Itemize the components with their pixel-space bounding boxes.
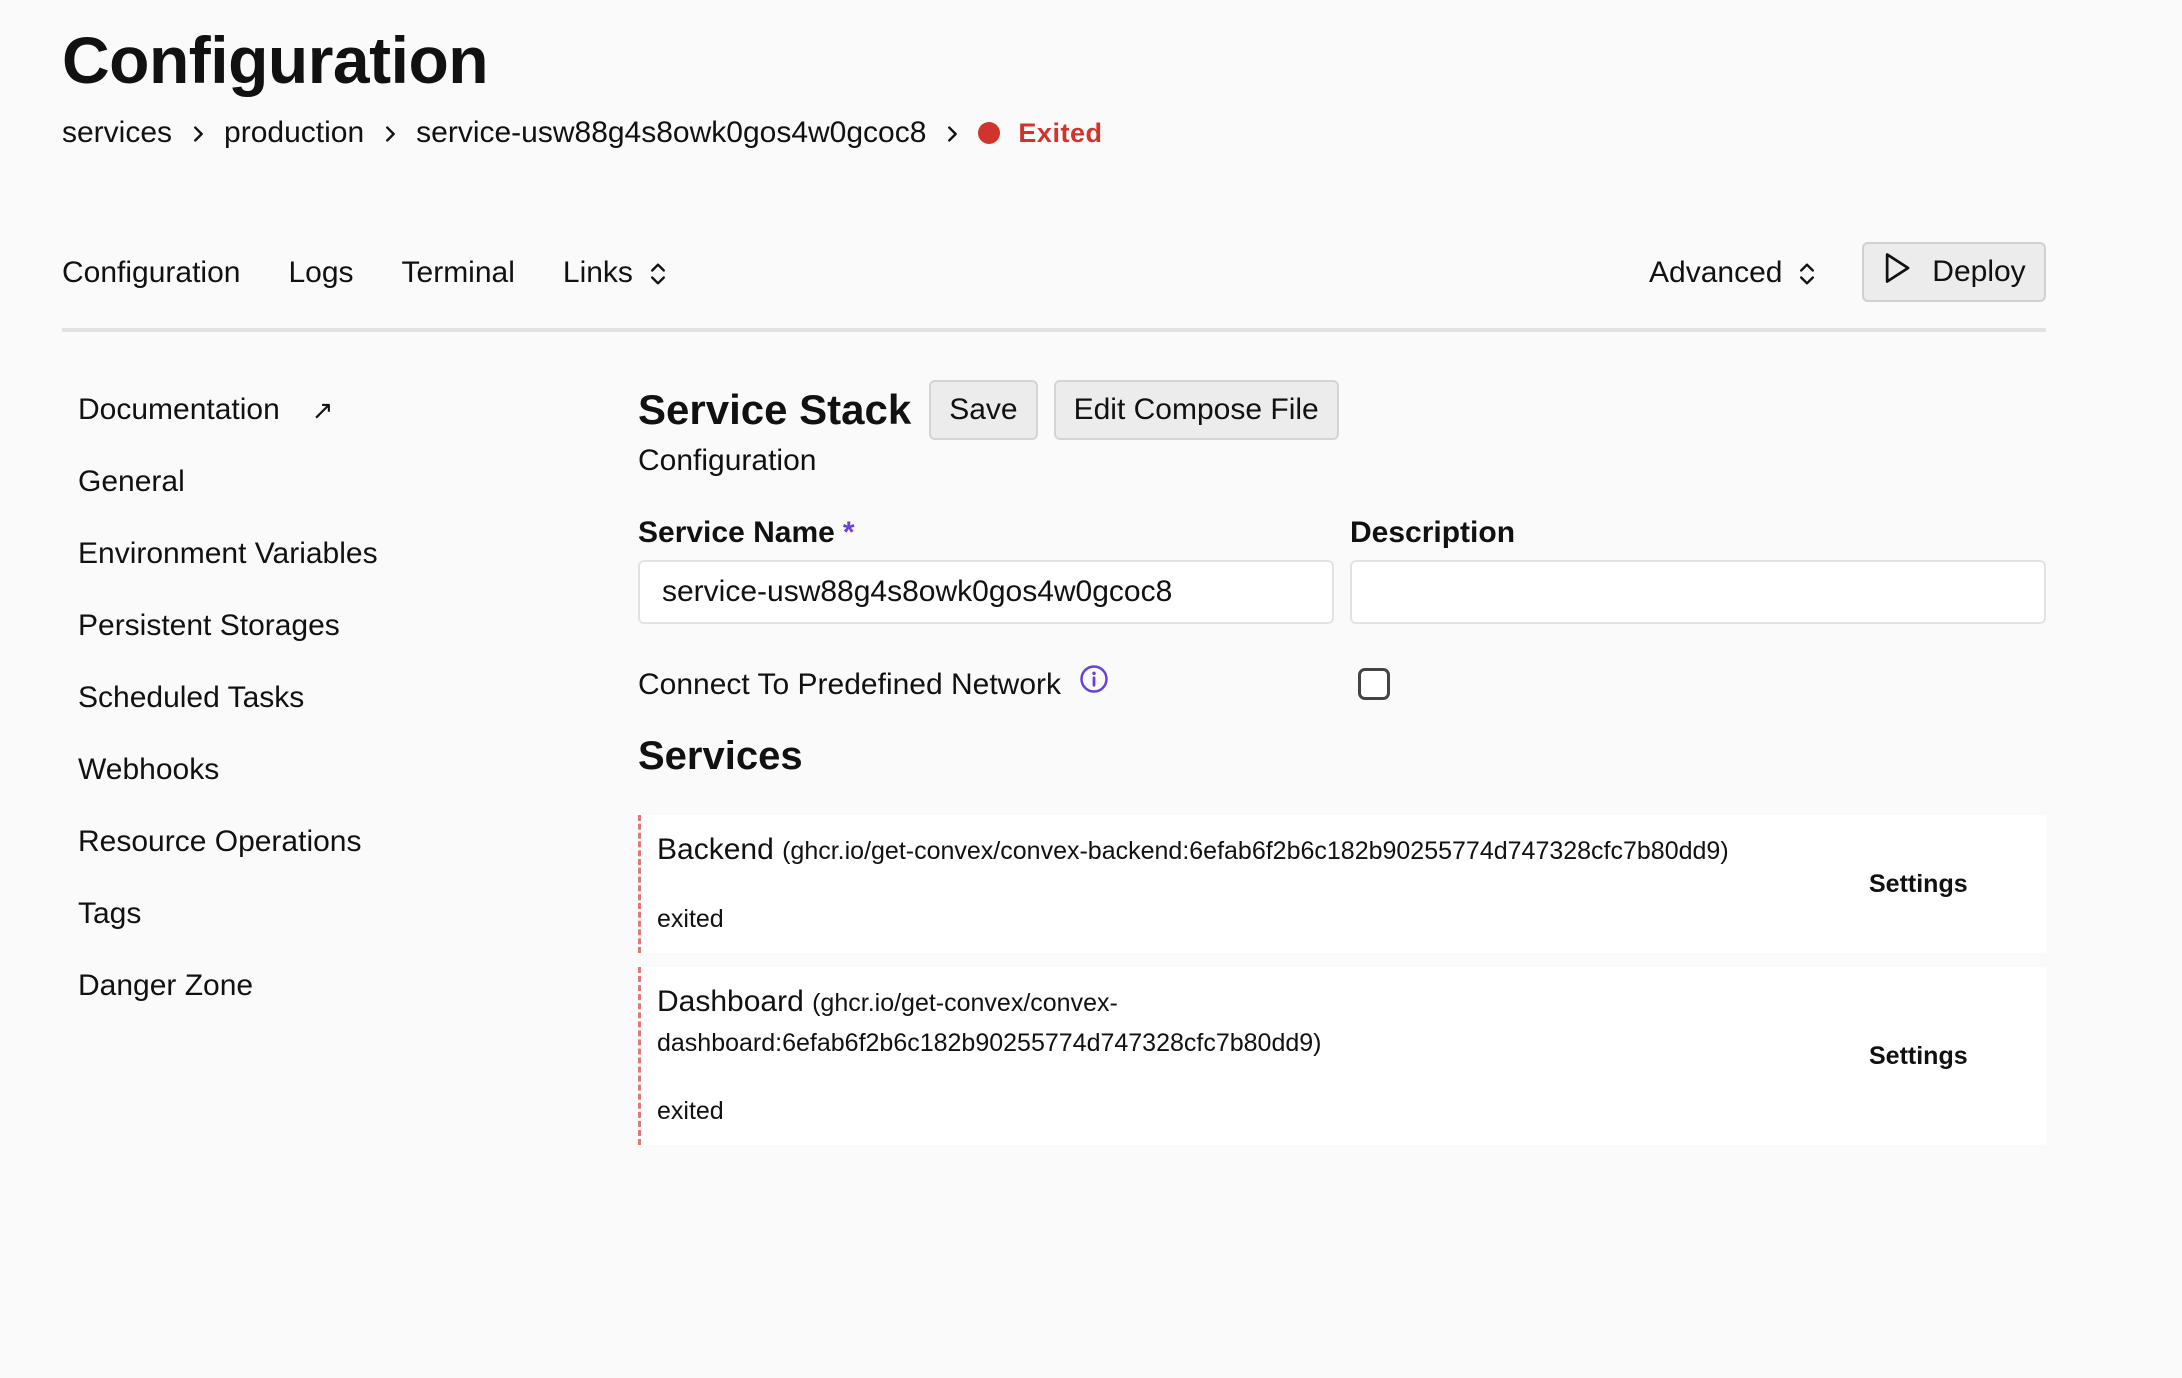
service-name-label-text: Service Name [638,516,835,549]
sidebar-item-webhooks[interactable]: Webhooks [78,750,378,822]
network-option: Connect To Predefined Network [638,665,1109,702]
play-icon [1882,252,1932,292]
section-subtitle: Configuration [638,444,817,477]
tab-links[interactable]: Links [563,256,669,290]
service-image-continued: dashboard:6efab6f2b6c182b90255774d747328… [657,1029,1322,1057]
description-input[interactable] [1350,560,2046,624]
sidebar: Documentation ↗ General Environment Vari… [78,390,378,1038]
sidebar-item-tags[interactable]: Tags [78,894,378,966]
page-title: Configuration [62,23,489,97]
sidebar-item-general[interactable]: General [78,462,378,534]
service-image: (ghcr.io/get-convex/convex- [812,989,1118,1017]
tab-links-label: Links [562,256,633,289]
network-label: Connect To Predefined Network [638,668,1062,701]
chevron-up-down-icon [1782,256,1818,290]
breadcrumb: services production service-usw88g4s8owk… [62,112,1102,154]
advanced-label: Advanced [1649,256,1783,289]
tab-configuration[interactable]: Configuration [62,256,240,290]
breadcrumb-production[interactable]: production [224,116,364,150]
chevron-right-icon [364,116,416,150]
main-nav: Configuration Logs Terminal Links [62,250,717,296]
section-header: Service Stack Save Edit Compose File [638,380,1355,440]
deploy-label: Deploy [1932,255,2026,288]
service-name: Dashboard [657,985,804,1018]
info-icon[interactable] [1061,665,1109,702]
service-settings-link[interactable]: Settings [1869,1042,1968,1071]
sidebar-item-environment-variables[interactable]: Environment Variables [78,534,378,606]
external-link-icon: ↗ [311,395,334,425]
service-card-dashboard: Dashboard (ghcr.io/get-convex/convex- da… [638,967,2046,1145]
status-dot-icon [978,122,1001,144]
required-marker: * [842,516,855,549]
service-name-line: Backend (ghcr.io/get-convex/convex-backe… [657,833,1729,867]
sidebar-item-scheduled-tasks[interactable]: Scheduled Tasks [78,678,378,750]
advanced-dropdown[interactable]: Advanced [1649,250,1818,296]
chevron-right-icon [926,116,978,150]
service-name: Backend [657,833,774,866]
service-name-input[interactable] [638,560,1334,624]
section-title: Service Stack [638,386,912,433]
save-button[interactable]: Save [929,380,1038,440]
service-status: exited [657,905,724,933]
service-name-label: Service Name * [638,516,855,550]
service-image: (ghcr.io/get-convex/convex-backend:6efab… [782,837,1729,865]
sidebar-item-resource-operations[interactable]: Resource Operations [78,822,378,894]
tab-logs[interactable]: Logs [288,256,353,290]
service-card-backend: Backend (ghcr.io/get-convex/convex-backe… [638,815,2046,953]
description-label: Description [1350,516,1516,549]
deploy-button[interactable]: Deploy [1862,242,2046,302]
status-badge: Exited [1018,117,1103,148]
service-status: exited [657,1097,724,1125]
services-title: Services [638,734,803,778]
service-settings-link[interactable]: Settings [1869,870,1968,899]
chevron-right-icon [172,116,224,150]
chevron-up-down-icon [633,256,669,290]
service-name-line: Dashboard (ghcr.io/get-convex/convex- [657,985,1118,1019]
breadcrumb-services[interactable]: services [62,116,172,150]
edit-compose-file-button[interactable]: Edit Compose File [1053,380,1339,440]
network-checkbox[interactable] [1358,668,1390,700]
sidebar-item-danger-zone[interactable]: Danger Zone [78,966,378,1038]
tab-terminal[interactable]: Terminal [402,256,515,290]
sidebar-item-documentation[interactable]: Documentation ↗ [78,390,378,462]
sidebar-item-persistent-storages[interactable]: Persistent Storages [78,606,378,678]
sidebar-item-label: Documentation [78,393,280,426]
breadcrumb-service[interactable]: service-usw88g4s8owk0gos4w0gcoc8 [416,116,926,150]
nav-divider [62,328,2046,332]
